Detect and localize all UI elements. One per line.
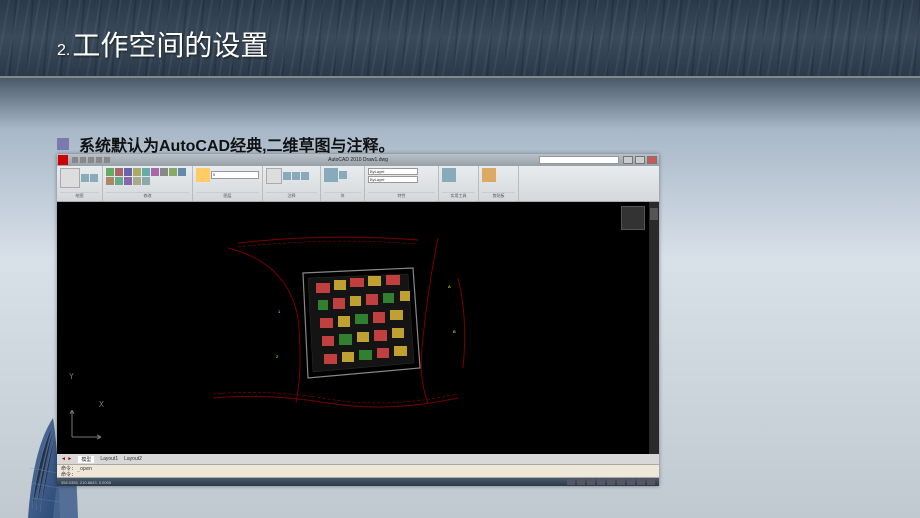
command-line[interactable]: 命令: _open 命令: xyxy=(57,464,659,478)
app-logo-icon xyxy=(58,155,68,165)
tab-layout2[interactable]: Layout2 xyxy=(124,456,142,462)
tool-icon[interactable] xyxy=(90,174,98,182)
ribbon-panel-modify: 修改 xyxy=(103,166,193,201)
svg-text:2: 2 xyxy=(276,354,279,359)
ribbon: 绘图 修改 0 图层 注释 块 ByLayer ByLayer 特性 xyxy=(57,166,659,202)
tab-model[interactable]: 模型 xyxy=(78,456,94,463)
status-toggle[interactable] xyxy=(607,479,615,485)
tool-icon[interactable] xyxy=(106,168,114,176)
status-toggle[interactable] xyxy=(567,479,575,485)
qat-btn[interactable] xyxy=(88,157,94,163)
panel-label: 实用工具 xyxy=(442,192,475,199)
search-input[interactable] xyxy=(539,156,619,164)
ribbon-panel-layers: 0 图层 xyxy=(193,166,263,201)
titlebar: AutoCAD 2010 Draw1.dwg xyxy=(57,154,659,166)
slide-title-text: 工作空间的设置 xyxy=(72,30,268,61)
tool-icon[interactable] xyxy=(142,168,150,176)
layer-dropdown[interactable]: 0 xyxy=(211,171,259,179)
line-tool-icon[interactable] xyxy=(60,168,80,188)
maximize-button[interactable] xyxy=(635,156,645,164)
tool-icon[interactable] xyxy=(124,168,132,176)
tool-icon[interactable] xyxy=(115,177,123,185)
panel-label: 剪贴板 xyxy=(482,192,515,199)
tool-icon[interactable] xyxy=(133,168,141,176)
tool-icon[interactable] xyxy=(151,168,159,176)
site-plan: A B 1 2 xyxy=(208,218,508,438)
bylayer-dropdown[interactable]: ByLayer xyxy=(368,176,418,183)
close-button[interactable] xyxy=(647,156,657,164)
ribbon-panel-block: 块 xyxy=(321,166,365,201)
tool-icon[interactable] xyxy=(178,168,186,176)
tool-icon[interactable] xyxy=(292,172,300,180)
tool-icon[interactable] xyxy=(169,168,177,176)
measure-icon[interactable] xyxy=(442,168,456,182)
status-toggle[interactable] xyxy=(637,479,645,485)
minimize-button[interactable] xyxy=(623,156,633,164)
window-title: AutoCAD 2010 Draw1.dwg xyxy=(328,157,388,163)
ucs-x-label: X xyxy=(99,400,104,409)
panel-label: 块 xyxy=(324,192,361,199)
slide-number: 2. xyxy=(57,42,70,59)
ribbon-panel-properties: ByLayer ByLayer 特性 xyxy=(365,166,439,201)
layer-icon[interactable] xyxy=(196,168,210,182)
tool-icon[interactable] xyxy=(142,177,150,185)
bullet-row: 系统默认为AutoCAD经典,二维草图与注释。 xyxy=(57,132,395,156)
ucs-y-label: Y xyxy=(69,372,74,381)
status-toggle[interactable] xyxy=(597,479,605,485)
qat-btn[interactable] xyxy=(96,157,102,163)
qat-btn[interactable] xyxy=(72,157,78,163)
panel-label: 修改 xyxy=(106,192,189,199)
bullet-square-icon xyxy=(57,138,69,150)
tool-icon[interactable] xyxy=(133,177,141,185)
status-toggle[interactable] xyxy=(647,479,655,485)
panel-label: 绘图 xyxy=(60,192,99,199)
ucs-icon: Y X xyxy=(67,402,107,444)
svg-text:A: A xyxy=(448,284,451,289)
block-tool-icon[interactable] xyxy=(324,168,338,182)
status-bar: 356.0356, 210.8643, 0.0000 xyxy=(57,478,659,486)
tool-icon[interactable] xyxy=(301,172,309,180)
ribbon-panel-utilities: 实用工具 xyxy=(439,166,479,201)
coords: 356.0356, 210.8643, 0.0000 xyxy=(61,480,111,485)
text-tool-icon[interactable] xyxy=(266,168,282,184)
tool-icon[interactable] xyxy=(339,171,347,179)
scroll-thumb[interactable] xyxy=(650,208,658,220)
status-toggle[interactable] xyxy=(577,479,585,485)
tab-layout1[interactable]: Layout1 xyxy=(100,456,118,462)
slide-title: 2.工作空间的设置 xyxy=(57,24,268,64)
ribbon-panel-annotation: 注释 xyxy=(263,166,321,201)
title-band: 2.工作空间的设置 xyxy=(0,0,920,78)
viewcube[interactable] xyxy=(621,206,645,230)
autocad-screenshot: AutoCAD 2010 Draw1.dwg 绘图 修改 0 图层 注释 块 xyxy=(57,154,659,486)
window-controls xyxy=(623,156,657,164)
tool-icon[interactable] xyxy=(81,174,89,182)
tool-icon[interactable] xyxy=(283,172,291,180)
panel-label: 注释 xyxy=(266,192,317,199)
status-toggle[interactable] xyxy=(617,479,625,485)
status-toggles xyxy=(567,479,655,485)
bylayer-dropdown[interactable]: ByLayer xyxy=(368,168,418,175)
bullet-text: 系统默认为AutoCAD经典,二维草图与注释。 xyxy=(79,132,395,156)
tool-icon[interactable] xyxy=(115,168,123,176)
paste-icon[interactable] xyxy=(482,168,496,182)
layout-tabs: ◄ ► 模型 Layout1 Layout2 xyxy=(57,454,659,464)
ribbon-panel-draw: 绘图 xyxy=(57,166,103,201)
qat-btn[interactable] xyxy=(104,157,110,163)
tool-icon[interactable] xyxy=(106,177,114,185)
svg-text:B: B xyxy=(453,329,456,334)
panel-label: 图层 xyxy=(196,192,259,199)
panel-label: 特性 xyxy=(368,192,435,199)
ribbon-panel-clipboard: 剪贴板 xyxy=(479,166,519,201)
drawing-canvas[interactable]: A B 1 2 Y X xyxy=(57,202,659,454)
quick-access-toolbar xyxy=(72,157,110,163)
qat-btn[interactable] xyxy=(80,157,86,163)
tool-icon[interactable] xyxy=(160,168,168,176)
vertical-scrollbar[interactable] xyxy=(649,202,659,454)
tool-icon[interactable] xyxy=(124,177,132,185)
svg-text:1: 1 xyxy=(278,309,281,314)
status-toggle[interactable] xyxy=(627,479,635,485)
status-toggle[interactable] xyxy=(587,479,595,485)
